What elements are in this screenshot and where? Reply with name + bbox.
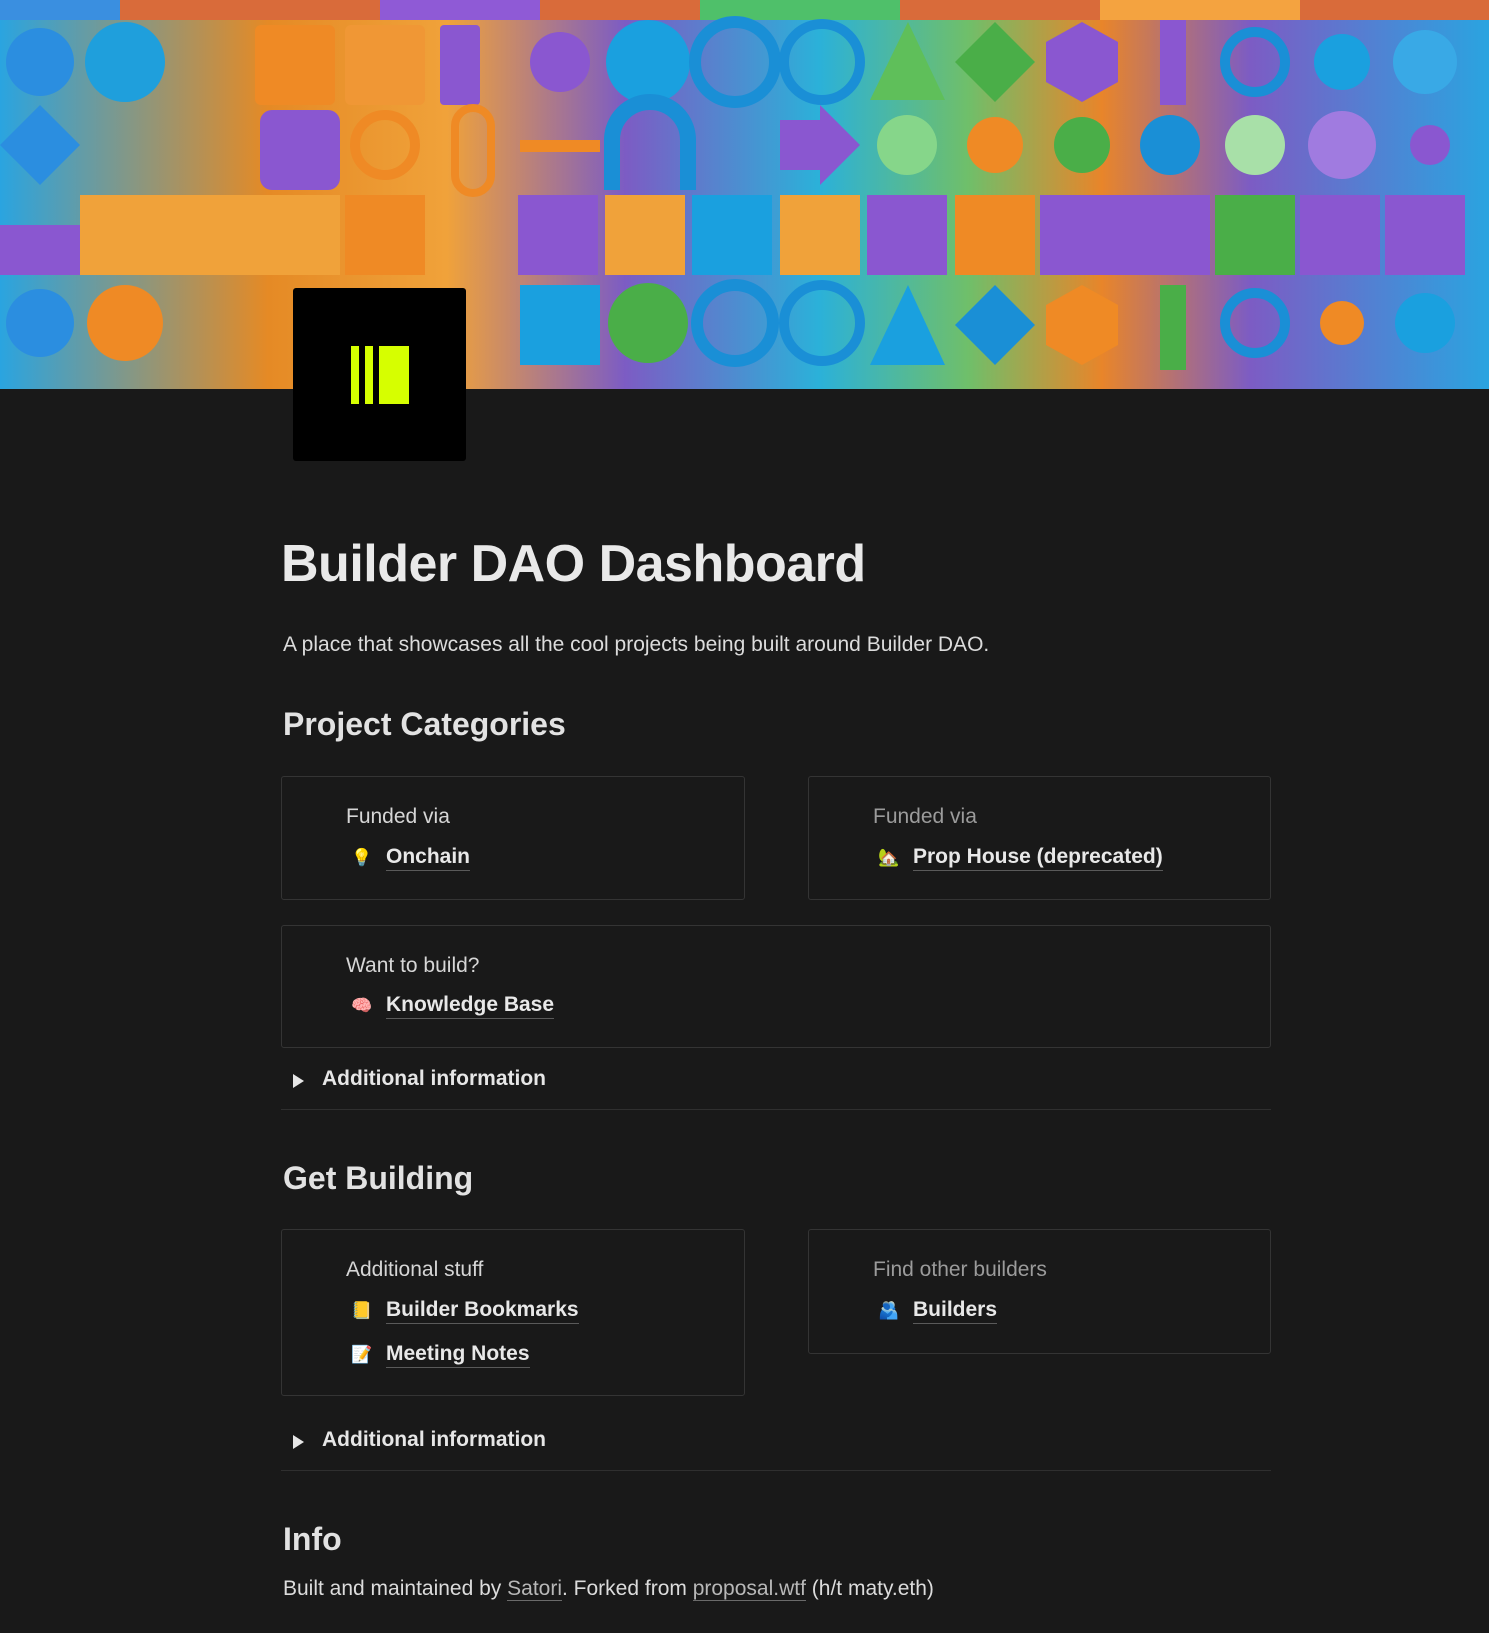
- builder-logo-icon: [350, 345, 409, 404]
- author-link[interactable]: Satori: [507, 1577, 562, 1601]
- triangle-right-icon[interactable]: [293, 1074, 304, 1088]
- fork-link[interactable]: proposal.wtf: [692, 1577, 806, 1601]
- toggle-label[interactable]: Additional information: [322, 1067, 546, 1091]
- page-description: A place that showcases all the cool proj…: [283, 633, 990, 656]
- card-find-builders: Find other builders 🫂 Builders: [808, 1229, 1271, 1354]
- page-icon-logo[interactable]: [293, 288, 466, 461]
- toggle-additional-information-1[interactable]: Additional information: [281, 1050, 1271, 1110]
- card-label: Want to build?: [346, 954, 480, 977]
- info-credits: Built and maintained by Satori. Forked f…: [283, 1577, 934, 1601]
- section-heading-get-building: Get Building: [283, 1160, 474, 1196]
- card-label: Funded via: [346, 805, 450, 828]
- link-label[interactable]: Onchain: [386, 845, 471, 871]
- card-label: Find other builders: [873, 1258, 1047, 1281]
- lightbulb-icon: 💡: [351, 848, 373, 867]
- toggle-additional-information-2[interactable]: Additional information: [281, 1411, 1271, 1471]
- link-label[interactable]: Builders: [913, 1298, 998, 1324]
- link-onchain[interactable]: 💡 Onchain: [351, 845, 471, 871]
- link-builders[interactable]: 🫂 Builders: [878, 1298, 998, 1324]
- category-card-prop-house: Funded via 🏡 Prop House (deprecated): [808, 776, 1271, 900]
- brain-icon: 🧠: [351, 996, 373, 1015]
- link-knowledge-base[interactable]: 🧠 Knowledge Base: [351, 993, 555, 1019]
- link-builder-bookmarks[interactable]: 📒 Builder Bookmarks: [351, 1298, 579, 1324]
- section-heading-info: Info: [283, 1521, 342, 1557]
- link-label[interactable]: Builder Bookmarks: [386, 1298, 579, 1324]
- category-card-onchain: Funded via 💡 Onchain: [281, 776, 745, 900]
- notebook-icon: 📒: [351, 1301, 373, 1320]
- triangle-right-icon[interactable]: [293, 1435, 304, 1449]
- people-icon: 🫂: [878, 1301, 900, 1320]
- memo-icon: 📝: [351, 1345, 373, 1364]
- card-additional-stuff: Additional stuff 📒 Builder Bookmarks 📝 M…: [281, 1229, 745, 1396]
- info-middle: . Forked from: [562, 1577, 693, 1600]
- link-meeting-notes[interactable]: 📝 Meeting Notes: [351, 1342, 530, 1368]
- link-label[interactable]: Prop House (deprecated): [913, 845, 1163, 871]
- category-card-knowledge-base: Want to build? 🧠 Knowledge Base: [281, 925, 1271, 1048]
- toggle-label[interactable]: Additional information: [322, 1428, 546, 1452]
- page-title: Builder DAO Dashboard: [281, 535, 866, 593]
- card-label: Funded via: [873, 805, 977, 828]
- section-heading-project-categories: Project Categories: [283, 706, 566, 742]
- link-label[interactable]: Knowledge Base: [386, 993, 555, 1019]
- card-label: Additional stuff: [346, 1258, 484, 1281]
- house-icon: 🏡: [878, 848, 900, 867]
- info-prefix: Built and maintained by: [283, 1577, 508, 1600]
- link-label[interactable]: Meeting Notes: [386, 1342, 530, 1368]
- link-prop-house[interactable]: 🏡 Prop House (deprecated): [878, 845, 1163, 871]
- info-suffix: (h/t maty.eth): [805, 1577, 934, 1600]
- cover-image: [0, 0, 1489, 389]
